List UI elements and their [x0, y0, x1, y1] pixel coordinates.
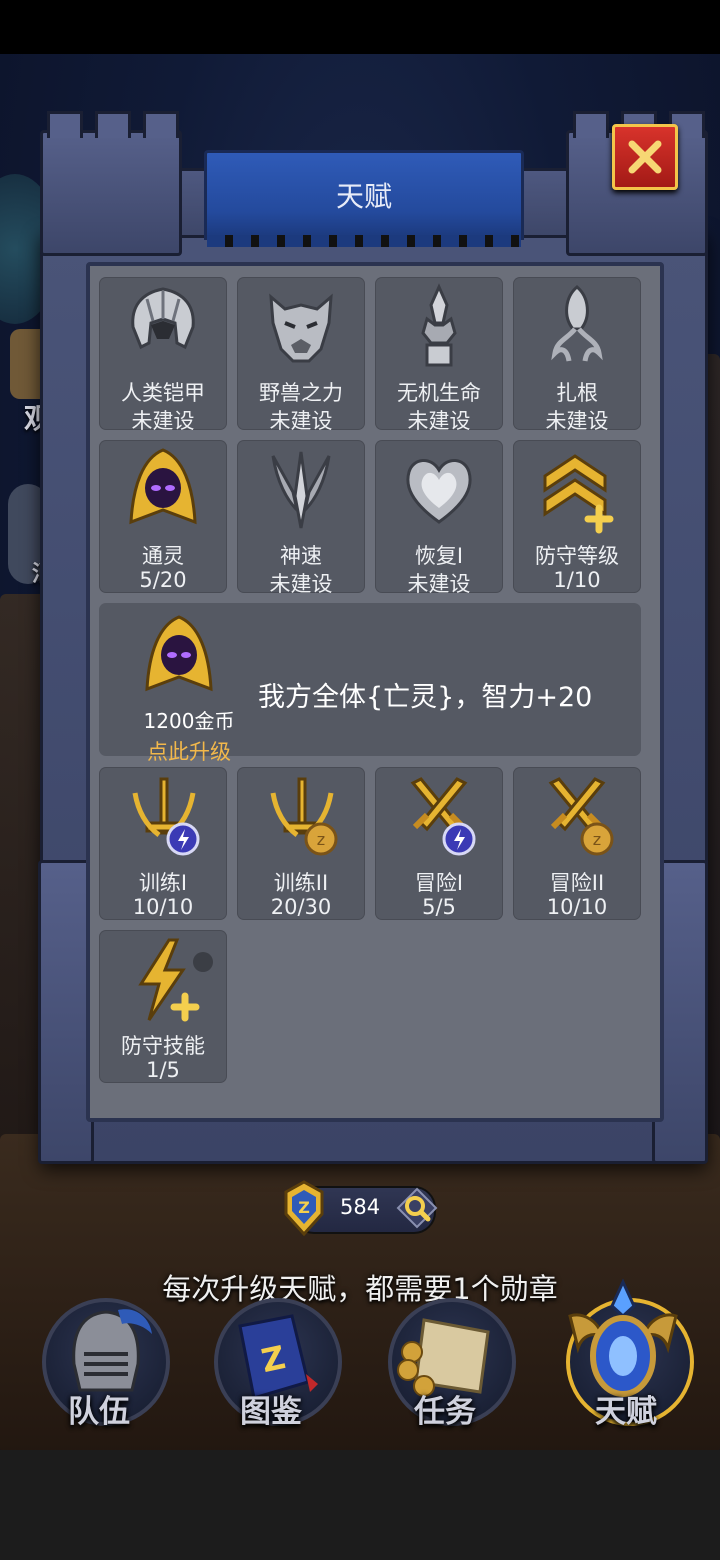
- talent-status: 20/30: [270, 895, 332, 919]
- nav-label-codex: 图鉴: [240, 1394, 302, 1430]
- title-banner: 天赋: [204, 150, 524, 247]
- talent-cell-training-1[interactable]: 训练I 10/10: [99, 767, 227, 920]
- talent-name: 防守等级: [535, 544, 619, 568]
- sword-coin-icon: z: [270, 777, 338, 856]
- hooded-spirit-icon: [145, 615, 213, 692]
- talent-name: 通灵: [142, 544, 184, 568]
- system-bottom-bar: [0, 1450, 720, 1560]
- beast-head-icon: [269, 293, 333, 363]
- talent-status: 未建设: [545, 409, 609, 433]
- talent-cell-defense-level[interactable]: 防守等级 1/10: [513, 440, 641, 593]
- castle-tower-left: [40, 111, 182, 256]
- talent-name: 扎根: [556, 381, 598, 405]
- talent-description: 我方全体{亡灵}，智力+20: [258, 682, 593, 713]
- talent-cell-adventure-2[interactable]: z 冒险II 10/10: [513, 767, 641, 920]
- rank-chevron-plus-icon: [543, 454, 614, 534]
- talent-cell-take-root[interactable]: 扎根 未建设: [513, 277, 641, 433]
- talent-status: 1/5: [146, 1058, 180, 1082]
- sword-energy-icon: [132, 777, 200, 856]
- magnifier-icon[interactable]: [396, 1187, 438, 1229]
- close-button[interactable]: [612, 124, 678, 190]
- crossed-swords-coin-icon: z: [548, 777, 614, 856]
- talent-status: 5/5: [422, 895, 456, 919]
- talent-name: 神速: [280, 544, 322, 568]
- talent-status: 未建设: [407, 572, 471, 596]
- talent-status: 5/20: [139, 568, 187, 592]
- banner-fringe: [207, 235, 521, 247]
- talent-name: 恢复I: [414, 544, 464, 568]
- talent-cell-necromancy[interactable]: 通灵 5/20: [99, 440, 227, 593]
- talent-status: 10/10: [546, 895, 608, 919]
- talent-cell-training-2[interactable]: z 训练II 20/30: [237, 767, 365, 920]
- nav-label-talent: 天赋: [595, 1394, 657, 1430]
- talent-status: 未建设: [269, 409, 333, 433]
- svg-text:z: z: [593, 830, 601, 849]
- locked-indicator-dot: [193, 952, 213, 972]
- talent-name: 训练I: [138, 871, 188, 895]
- svg-text:Z: Z: [298, 1198, 310, 1217]
- window-title: 天赋: [335, 180, 392, 213]
- lightning-plus-icon: [138, 938, 200, 1022]
- talent-name: 野兽之力: [259, 381, 343, 405]
- talent-name: 训练II: [273, 871, 329, 895]
- talent-status: 未建设: [131, 409, 195, 433]
- talent-cell-beast-power[interactable]: 野兽之力 未建设: [237, 277, 365, 433]
- crossed-swords-energy-icon: [410, 777, 476, 856]
- talent-name: 冒险I: [414, 871, 464, 895]
- talent-name: 无机生命: [397, 381, 481, 405]
- talent-status: 10/10: [132, 895, 194, 919]
- upgrade-cost: 1200金币: [143, 709, 235, 733]
- crystal-claw-icon: [421, 283, 457, 367]
- hooded-spirit-icon: [129, 448, 197, 525]
- talent-cell-adventure-1[interactable]: 冒险I 5/5: [375, 767, 503, 920]
- talent-cell-haste[interactable]: 神速 未建设: [237, 440, 365, 596]
- talent-cell-recovery-1[interactable]: 恢复I 未建设: [375, 440, 503, 596]
- talent-name: 防守技能: [121, 1034, 205, 1058]
- talent-name: 冒险II: [549, 871, 605, 895]
- talent-cell-human-armor[interactable]: 人类铠甲 未建设: [99, 277, 227, 433]
- upgrade-button[interactable]: 点此升级: [113, 736, 265, 766]
- nav-label-team: 队伍: [68, 1394, 130, 1430]
- trident-speed-icon: [271, 451, 331, 529]
- talent-cell-inorganic-life[interactable]: 无机生命 未建设: [375, 277, 503, 433]
- talent-name: 人类铠甲: [121, 381, 205, 405]
- talent-status: 1/10: [553, 568, 601, 592]
- heart-icon: [406, 459, 472, 524]
- root-seed-icon: [551, 285, 603, 362]
- close-icon: [628, 140, 662, 174]
- talent-status: 未建设: [407, 409, 471, 433]
- medal-icon: Z: [284, 1180, 324, 1236]
- talent-status: 未建设: [269, 572, 333, 596]
- svg-text:z: z: [317, 830, 325, 849]
- helmet-icon: [131, 287, 195, 350]
- nav-label-quest: 任务: [414, 1394, 476, 1430]
- medal-count: 584: [340, 1195, 381, 1219]
- talent-cell-defense-skill[interactable]: 防守技能 1/5: [99, 930, 227, 1083]
